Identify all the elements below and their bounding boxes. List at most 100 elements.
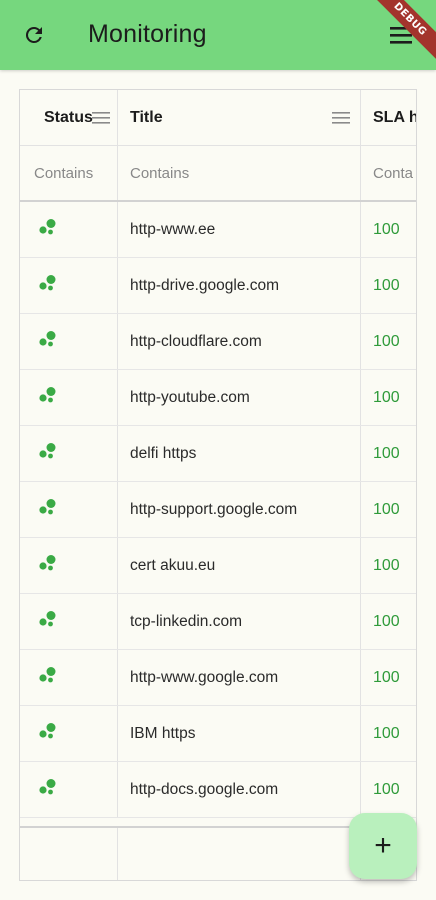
- title-cell: tcp-linkedin.com: [118, 594, 361, 649]
- status-cell: [20, 538, 118, 593]
- table-header-row: Status Title SLA h: [20, 90, 417, 146]
- monitors-table: Status Title SLA h Contains Contains Con…: [19, 89, 417, 881]
- add-icon: +: [374, 829, 392, 862]
- add-monitor-button[interactable]: +: [349, 813, 417, 879]
- table-row[interactable]: tcp-linkedin.com 100: [20, 594, 416, 650]
- status-online-icon: [38, 218, 58, 241]
- table-row[interactable]: http-drive.google.com 100: [20, 258, 416, 314]
- sla-cell: 100: [361, 482, 416, 537]
- sla-value: 100: [373, 444, 400, 462]
- status-online-icon: [38, 666, 58, 689]
- monitor-title: http-drive.google.com: [130, 276, 280, 294]
- column-header-label: SLA h: [373, 108, 417, 126]
- column-header-sla[interactable]: SLA h: [361, 90, 417, 145]
- status-online-icon: [38, 386, 58, 409]
- column-menu-icon[interactable]: [332, 111, 350, 125]
- column-header-label: Title: [130, 108, 163, 126]
- app-bar: Monitoring DEBUG: [0, 0, 436, 70]
- sla-cell: 100: [361, 538, 416, 593]
- sla-value: 100: [373, 724, 400, 742]
- title-cell: http-cloudflare.com: [118, 314, 361, 369]
- sla-cell: 100: [361, 762, 416, 817]
- filter-placeholder: Contains: [34, 164, 94, 182]
- monitor-title: http-www.google.com: [130, 668, 279, 686]
- table-row[interactable]: http-support.google.com 100: [20, 482, 416, 538]
- sla-cell: 100: [361, 594, 416, 649]
- filter-placeholder: Conta: [373, 164, 414, 182]
- monitor-title: IBM https: [130, 724, 196, 742]
- status-online-icon: [38, 778, 58, 801]
- title-cell: http-drive.google.com: [118, 258, 361, 313]
- title-cell: cert akuu.eu: [118, 538, 361, 593]
- sla-value: 100: [373, 556, 400, 574]
- refresh-icon: [25, 26, 42, 43]
- status-cell: [20, 258, 118, 313]
- title-cell: http-www.google.com: [118, 650, 361, 705]
- table-row[interactable]: http-cloudflare.com 100: [20, 314, 416, 370]
- sla-value: 100: [373, 388, 400, 406]
- monitor-title: http-support.google.com: [130, 500, 298, 518]
- footer-cell: [20, 828, 118, 880]
- column-header-label: Status: [44, 108, 93, 126]
- table-row[interactable]: http-docs.google.com 100: [20, 762, 416, 818]
- sla-value: 100: [373, 612, 400, 630]
- monitor-title: http-docs.google.com: [130, 780, 279, 798]
- status-online-icon: [38, 330, 58, 353]
- table-row[interactable]: http-youtube.com 100: [20, 370, 416, 426]
- sla-value: 100: [373, 332, 400, 350]
- title-filter-input[interactable]: Contains: [118, 146, 361, 200]
- sla-cell: 100: [361, 706, 416, 761]
- sla-value: 100: [373, 668, 400, 686]
- title-cell: http-youtube.com: [118, 370, 361, 425]
- sla-value: 100: [373, 220, 400, 238]
- title-cell: delfi https: [118, 426, 361, 481]
- title-cell: http-support.google.com: [118, 482, 361, 537]
- table-filter-row: Contains Contains Conta: [20, 146, 416, 202]
- column-menu-icon[interactable]: [92, 111, 110, 125]
- status-cell: [20, 650, 118, 705]
- status-online-icon: [38, 722, 58, 745]
- sla-cell: 100: [361, 202, 416, 257]
- monitor-title: delfi https: [130, 444, 197, 462]
- status-online-icon: [38, 442, 58, 465]
- monitor-title: tcp-linkedin.com: [130, 612, 242, 630]
- column-header-status[interactable]: Status: [20, 90, 118, 145]
- status-cell: [20, 762, 118, 817]
- table-row[interactable]: http-www.ee 100: [20, 202, 416, 258]
- monitor-title: http-youtube.com: [130, 388, 250, 406]
- table-row[interactable]: delfi https 100: [20, 426, 416, 482]
- monitor-title: cert akuu.eu: [130, 556, 216, 574]
- column-header-title[interactable]: Title: [118, 90, 361, 145]
- table-row[interactable]: cert akuu.eu 100: [20, 538, 416, 594]
- page-title: Monitoring: [88, 20, 207, 48]
- sla-cell: 100: [361, 258, 416, 313]
- status-cell: [20, 482, 118, 537]
- sla-value: 100: [373, 780, 400, 798]
- sla-value: 100: [373, 500, 400, 518]
- footer-cell: [118, 828, 361, 880]
- status-filter-input[interactable]: Contains: [20, 146, 118, 200]
- title-cell: http-docs.google.com: [118, 762, 361, 817]
- status-online-icon: [38, 498, 58, 521]
- status-cell: [20, 706, 118, 761]
- sla-cell: 100: [361, 650, 416, 705]
- table-row[interactable]: IBM https 100: [20, 706, 416, 762]
- sla-filter-input[interactable]: Conta: [361, 146, 416, 200]
- status-cell: [20, 202, 118, 257]
- status-online-icon: [38, 554, 58, 577]
- sla-cell: 100: [361, 314, 416, 369]
- monitor-title: http-cloudflare.com: [130, 332, 262, 350]
- sla-cell: 100: [361, 370, 416, 425]
- status-cell: [20, 370, 118, 425]
- sla-value: 100: [373, 276, 400, 294]
- title-cell: http-www.ee: [118, 202, 361, 257]
- sla-cell: 100: [361, 426, 416, 481]
- monitor-title: http-www.ee: [130, 220, 216, 238]
- filter-placeholder: Contains: [130, 164, 190, 182]
- refresh-button[interactable]: [20, 21, 48, 49]
- table-row[interactable]: http-www.google.com 100: [20, 650, 416, 706]
- status-online-icon: [38, 274, 58, 297]
- status-cell: [20, 314, 118, 369]
- title-cell: IBM https: [118, 706, 361, 761]
- status-online-icon: [38, 610, 58, 633]
